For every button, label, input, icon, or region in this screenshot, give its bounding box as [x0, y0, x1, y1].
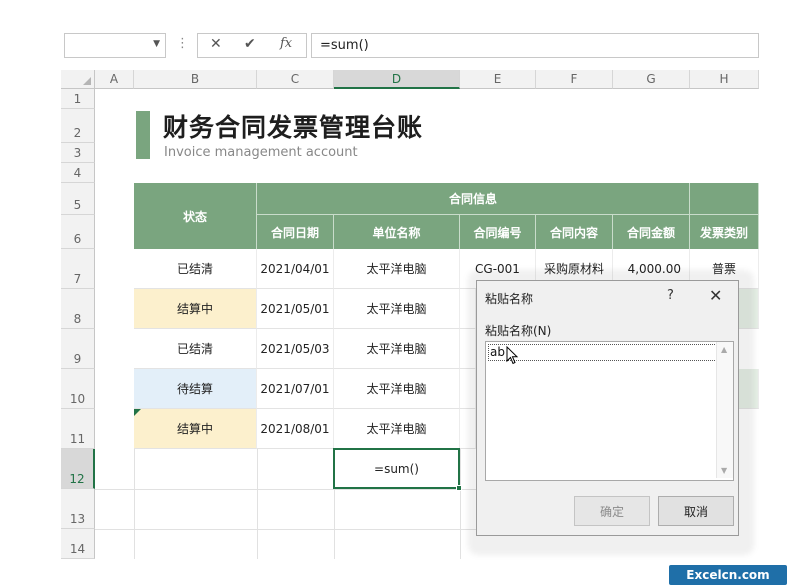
dialog-title: 粘贴名称	[485, 292, 534, 306]
header-contract-no[interactable]: 合同编号	[460, 215, 536, 249]
column-header-g[interactable]: G	[613, 70, 690, 89]
unit-cell[interactable]: 太平洋电脑	[334, 409, 460, 449]
cancel-icon[interactable]: ✕	[210, 36, 222, 52]
mouse-cursor-icon	[506, 346, 519, 365]
unit-cell[interactable]: 太平洋电脑	[334, 329, 460, 369]
status-cell[interactable]: 已结清	[134, 329, 257, 369]
unit-cell[interactable]: 太平洋电脑	[334, 249, 460, 289]
unit-cell[interactable]: 太平洋电脑	[334, 289, 460, 329]
paste-name-label: 粘贴名称(N)	[485, 324, 552, 338]
header-amount[interactable]: 合同金额	[613, 215, 690, 249]
column-header-h[interactable]: H	[690, 70, 759, 89]
list-item[interactable]: ab	[488, 344, 717, 361]
row-header-11[interactable]: 11	[61, 409, 95, 449]
watermark-logo: Excelcn.com	[669, 565, 787, 585]
row-header-4[interactable]: 4	[61, 163, 95, 183]
header-group-contract-info[interactable]: 合同信息	[257, 183, 690, 215]
title-accent-bar	[136, 111, 150, 159]
header-unit[interactable]: 单位名称	[334, 215, 460, 249]
insert-function-icon[interactable]: fx	[280, 36, 292, 51]
header-date[interactable]: 合同日期	[257, 215, 334, 249]
status-cell[interactable]: 结算中	[134, 409, 257, 449]
cancel-button[interactable]: 取消	[658, 496, 734, 526]
unit-cell[interactable]: 太平洋电脑	[334, 369, 460, 409]
paste-name-dialog: 粘贴名称 ? ✕ 粘贴名称(N) ab ▲ ▼ 确定 取消	[476, 280, 739, 536]
row-header-13[interactable]: 13	[61, 489, 95, 529]
date-cell[interactable]: 2021/05/03	[257, 329, 334, 369]
column-header-e[interactable]: E	[460, 70, 536, 89]
status-cell[interactable]: 待结算	[134, 369, 257, 409]
row-header-7[interactable]: 7	[61, 249, 95, 289]
row-header-1[interactable]: 1	[61, 89, 95, 109]
enter-icon[interactable]: ✔	[244, 36, 256, 52]
column-header-d[interactable]: D	[334, 70, 460, 89]
name-box[interactable]: ▼	[64, 33, 166, 58]
row-header-2[interactable]: 2	[61, 109, 95, 143]
header-content[interactable]: 合同内容	[536, 215, 613, 249]
select-all-corner[interactable]	[61, 70, 95, 89]
sheet-title: 财务合同发票管理台账	[163, 113, 424, 142]
fill-handle[interactable]	[456, 485, 462, 491]
comment-indicator-icon	[134, 409, 141, 416]
status-cell[interactable]: 已结清	[134, 249, 257, 289]
scroll-down-icon[interactable]: ▼	[721, 466, 727, 475]
row-header-10[interactable]: 10	[61, 369, 95, 409]
name-list[interactable]: ab ▲ ▼	[485, 341, 734, 481]
row-header-9[interactable]: 9	[61, 329, 95, 369]
column-header-a[interactable]: A	[95, 70, 134, 89]
date-cell[interactable]: 2021/07/01	[257, 369, 334, 409]
chevron-down-icon[interactable]: ▼	[153, 39, 160, 49]
date-cell[interactable]: 2021/04/01	[257, 249, 334, 289]
row-header-14[interactable]: 14	[61, 529, 95, 559]
active-cell[interactable]: =sum()	[333, 448, 460, 489]
list-scrollbar[interactable]: ▲ ▼	[716, 342, 733, 478]
close-icon[interactable]: ✕	[709, 286, 722, 305]
row-header-12[interactable]: 12	[61, 449, 95, 489]
scroll-up-icon[interactable]: ▲	[721, 345, 727, 354]
column-header-f[interactable]: F	[536, 70, 613, 89]
header-invoice-type[interactable]: 发票类别	[690, 215, 759, 249]
row-header-6[interactable]: 6	[61, 215, 95, 249]
row-header-3[interactable]: 3	[61, 143, 95, 163]
column-header-c[interactable]: C	[257, 70, 334, 89]
header-group-blank[interactable]	[690, 183, 759, 215]
row-header-5[interactable]: 5	[61, 183, 95, 215]
row-header-8[interactable]: 8	[61, 289, 95, 329]
date-cell[interactable]: 2021/08/01	[257, 409, 334, 449]
status-cell[interactable]: 结算中	[134, 289, 257, 329]
help-icon[interactable]: ?	[667, 288, 674, 303]
formula-buttons: ✕ ✔ fx	[197, 33, 307, 58]
sheet-subtitle: Invoice management account	[164, 145, 358, 160]
header-status[interactable]: 状态	[134, 183, 257, 249]
formula-input[interactable]: =sum()	[311, 33, 759, 58]
column-header-b[interactable]: B	[134, 70, 257, 89]
formula-bar-grip: ⋮	[176, 36, 189, 51]
ok-button[interactable]: 确定	[574, 496, 650, 526]
date-cell[interactable]: 2021/05/01	[257, 289, 334, 329]
formula-text: =sum()	[320, 38, 369, 53]
